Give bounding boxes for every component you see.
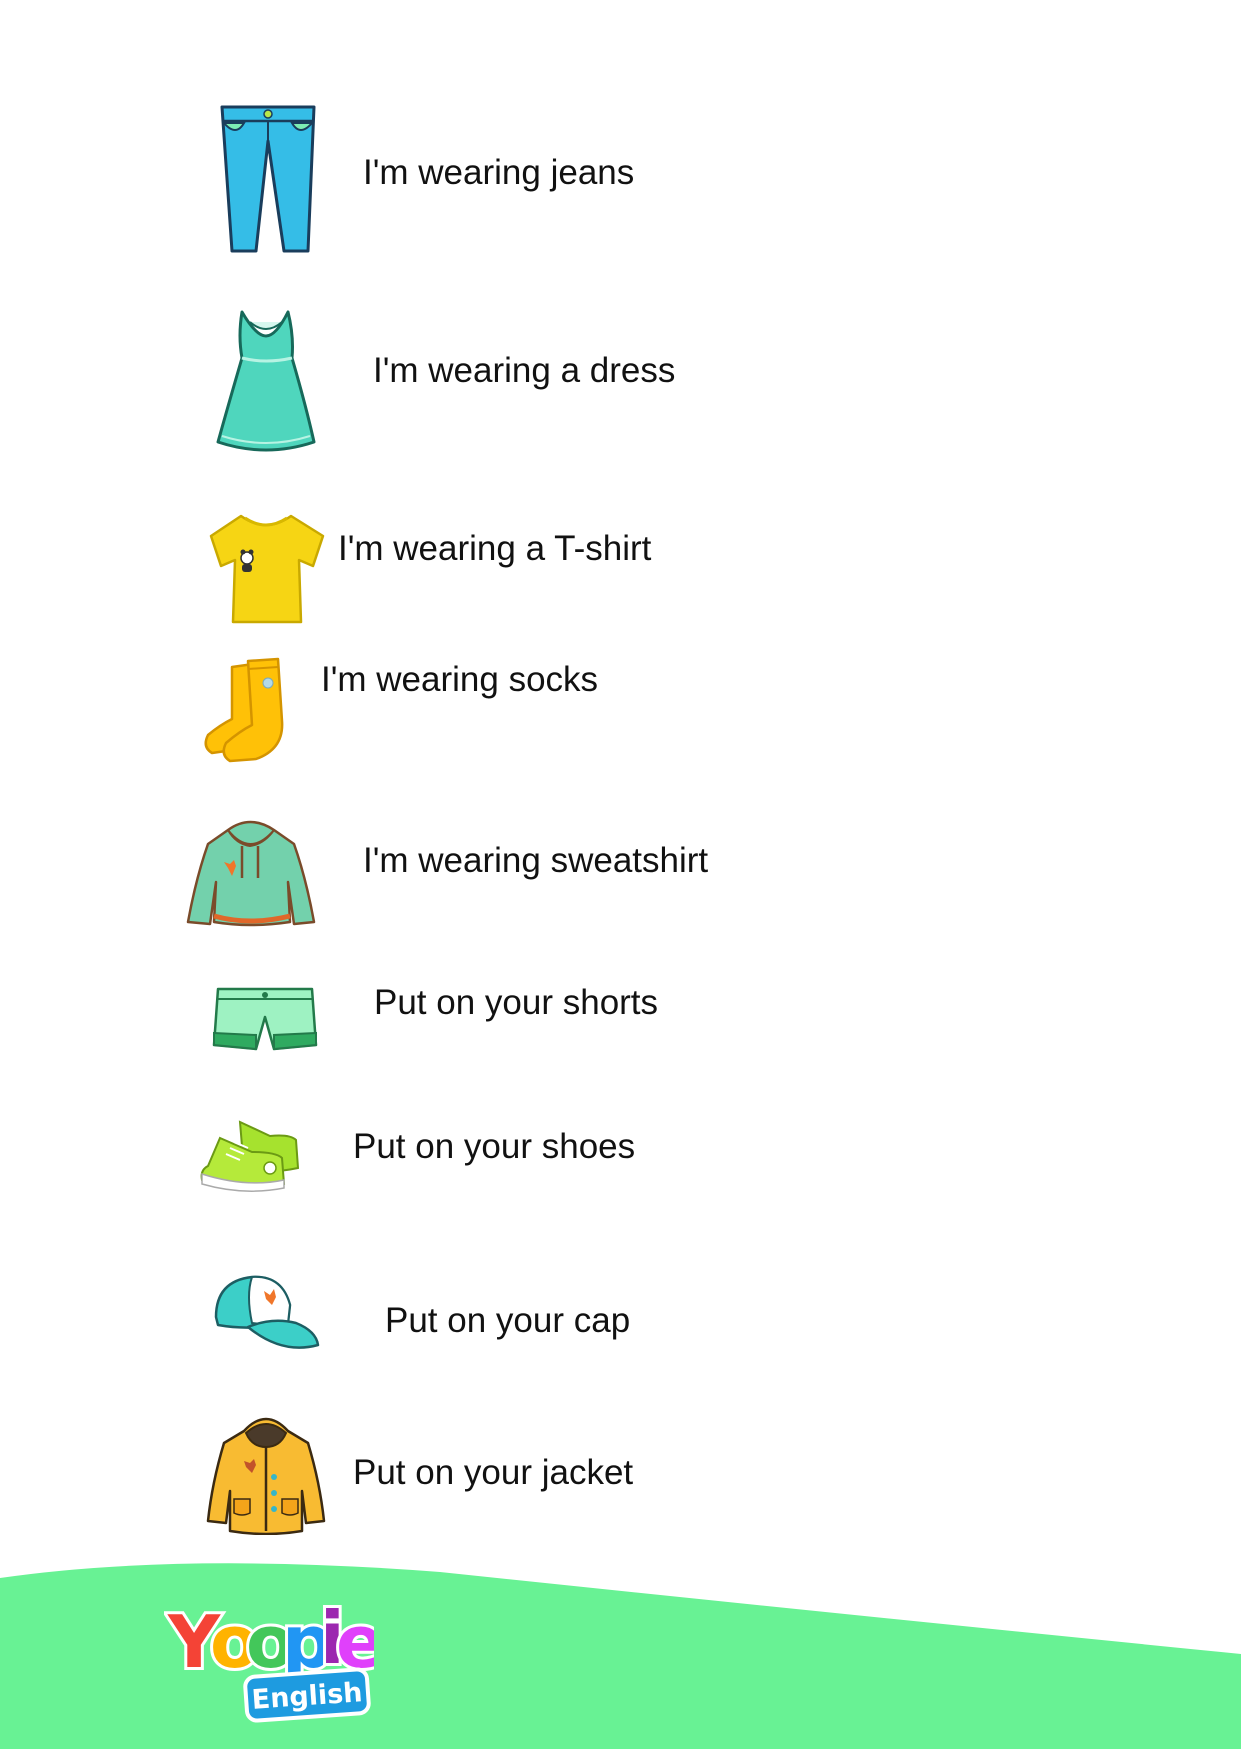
- logo-graphic: Y o o p i e English: [164, 1593, 388, 1723]
- item-label: Put on your shoes: [353, 1127, 636, 1166]
- cap-icon: [214, 1275, 320, 1349]
- sweatshirt-icon: [186, 820, 316, 927]
- item-label: I'm wearing a dress: [373, 351, 676, 390]
- jeans-icon: [220, 105, 316, 253]
- item-label: Put on your jacket: [353, 1453, 634, 1492]
- yoopie-english-logo: Y o o p i e English: [164, 1593, 388, 1728]
- item-label: I'm wearing jeans: [363, 153, 635, 192]
- socks-icon: [204, 657, 284, 763]
- shoes-icon: [200, 1120, 300, 1192]
- item-label: I'm wearing sweatshirt: [363, 841, 709, 880]
- tshirt-icon: [209, 514, 325, 624]
- item-label: I'm wearing a T-shirt: [338, 529, 652, 568]
- shorts-icon: [212, 987, 318, 1051]
- item-label: I'm wearing socks: [321, 660, 599, 699]
- item-label: Put on your shorts: [374, 983, 659, 1022]
- dress-icon: [216, 310, 316, 452]
- item-label: Put on your cap: [385, 1301, 631, 1340]
- jacket-icon: [206, 1417, 326, 1535]
